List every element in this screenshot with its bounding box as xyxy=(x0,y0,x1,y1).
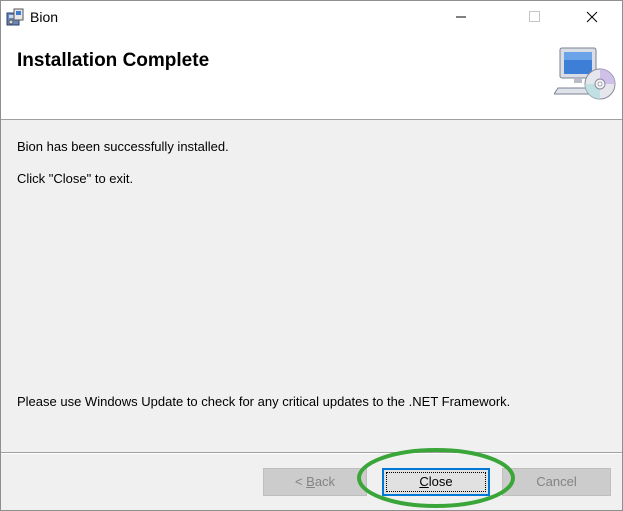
installer-package-icon xyxy=(6,8,24,26)
close-icon xyxy=(586,11,598,23)
minimize-button[interactable] xyxy=(438,1,484,32)
cancel-button-label: Cancel xyxy=(536,474,577,489)
success-message: Bion has been successfully installed. xyxy=(17,139,229,154)
back-button-prefix: < xyxy=(294,474,307,489)
back-button-mnemonic: B xyxy=(306,474,315,489)
maximize-icon xyxy=(529,11,540,22)
header-banner: Installation Complete xyxy=(1,32,622,120)
windows-update-message: Please use Windows Update to check for a… xyxy=(17,394,511,409)
back-button-label-rest: ack xyxy=(314,474,336,489)
instruction-message: Click "Close" to exit. xyxy=(17,171,134,186)
back-button: < Back xyxy=(263,468,367,496)
minimize-icon xyxy=(456,16,466,18)
computer-cd-icon xyxy=(554,47,616,100)
installer-window: Bion Installation Complete Bion has been… xyxy=(0,0,623,511)
page-title: Installation Complete xyxy=(17,50,210,71)
footer-separator-highlight xyxy=(1,453,622,454)
cancel-button: Cancel xyxy=(502,468,611,496)
maximize-button xyxy=(506,1,552,32)
window-title: Bion xyxy=(30,9,59,25)
title-bar[interactable]: Bion xyxy=(1,1,622,32)
highlight-ring-annotation xyxy=(357,448,515,508)
close-window-button[interactable] xyxy=(569,1,615,32)
